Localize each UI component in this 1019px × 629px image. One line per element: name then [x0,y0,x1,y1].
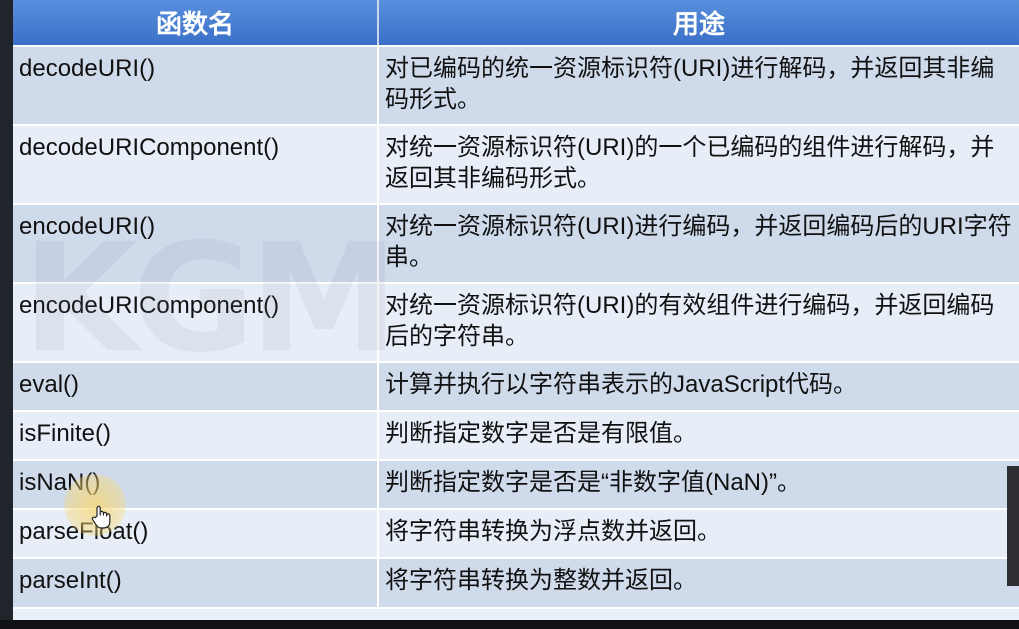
table-row: encodeURI() 对统一资源标识符(URI)进行编码，并返回编码后的URI… [13,204,1019,284]
table-row: isNaN() 判断指定数字是否是“非数字值(NaN)”。 [13,460,1019,510]
function-name-cell: parseInt() [13,558,379,609]
table-row: parseFloat() 将字符串转换为浮点数并返回。 [13,509,1019,559]
table-row: decodeURIComponent() 对统一资源标识符(URI)的一个已编码… [13,125,1019,205]
function-purpose-cell: 对已编码的统一资源标识符(URI)进行解码，并返回其非编码形式。 [378,46,1019,126]
table-row: encodeURIComponent() 对统一资源标识符(URI)的有效组件进… [13,283,1019,363]
function-name-cell: decodeURI() [13,46,379,126]
left-edge-strip [0,0,13,620]
table-row: parseInt() 将字符串转换为整数并返回。 [13,558,1019,609]
function-name-cell: isFinite() [13,411,379,461]
function-purpose-cell: 计算并执行以字符串表示的JavaScript代码。 [378,362,1019,412]
function-purpose-cell: 将字符串转换为浮点数并返回。 [378,509,1019,559]
screen: 函数名 用途 decodeURI() 对已编码的统一资源标识符(URI)进行解码… [0,0,1019,629]
function-name-cell: encodeURIComponent() [13,283,379,363]
function-name-cell: decodeURIComponent() [13,125,379,205]
right-edge-panel [1007,466,1019,586]
function-purpose-cell: 对统一资源标识符(URI)进行编码，并返回编码后的URI字符串。 [378,204,1019,284]
function-purpose-cell: 对统一资源标识符(URI)的一个已编码的组件进行解码，并返回其非编码形式。 [378,125,1019,205]
table-row: decodeURI() 对已编码的统一资源标识符(URI)进行解码，并返回其非编… [13,46,1019,126]
function-table: 函数名 用途 decodeURI() 对已编码的统一资源标识符(URI)进行解码… [13,0,1019,609]
table-row: eval() 计算并执行以字符串表示的JavaScript代码。 [13,362,1019,412]
function-purpose-cell: 对统一资源标识符(URI)的有效组件进行编码，并返回编码后的字符串。 [378,283,1019,363]
function-purpose-cell: 判断指定数字是否是“非数字值(NaN)”。 [378,460,1019,510]
function-purpose-cell: 判断指定数字是否是有限值。 [378,411,1019,461]
function-name-cell: eval() [13,362,379,412]
header-purpose: 用途 [378,0,1019,47]
function-purpose-cell: 将字符串转换为整数并返回。 [378,558,1019,609]
header-function-name: 函数名 [13,0,379,47]
table-row: isFinite() 判断指定数字是否是有限值。 [13,411,1019,461]
function-name-cell: encodeURI() [13,204,379,284]
slide: 函数名 用途 decodeURI() 对已编码的统一资源标识符(URI)进行解码… [0,0,1019,620]
function-name-cell: parseFloat() [13,509,379,559]
table-header-row: 函数名 用途 [13,0,1019,47]
function-name-cell: isNaN() [13,460,379,510]
